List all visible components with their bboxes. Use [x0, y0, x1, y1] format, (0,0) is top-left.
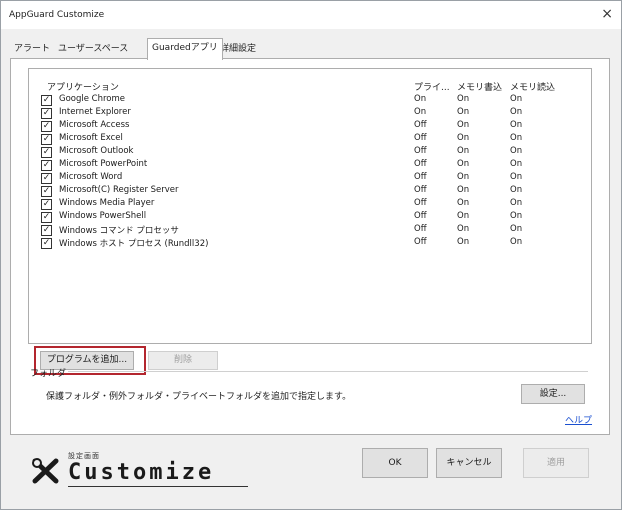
app-checkbox[interactable]: ✓	[41, 121, 52, 132]
private-status: Off	[414, 120, 427, 130]
app-name: Microsoft(C) Register Server	[59, 185, 179, 195]
ok-button[interactable]: OK	[362, 448, 428, 478]
list-item[interactable]: ✓ Windows PowerShell Off On On	[33, 211, 583, 224]
tools-icon	[32, 458, 59, 484]
private-status: Off	[414, 172, 427, 182]
list-item[interactable]: ✓ Windows コマンド プロセッサ Off On On	[33, 224, 583, 237]
app-checkbox[interactable]: ✓	[41, 160, 52, 171]
title-bar: AppGuard Customize ×	[1, 1, 621, 29]
app-checkbox[interactable]: ✓	[41, 108, 52, 119]
mem-write-status: On	[457, 211, 470, 221]
tab-strip: アラート ユーザースペース Guardedアプリ 詳細設定	[10, 38, 610, 60]
mem-write-status: On	[457, 133, 470, 143]
delete-button[interactable]: 削除	[148, 351, 218, 370]
mem-write-status: On	[457, 159, 470, 169]
app-name: Microsoft Word	[59, 172, 123, 182]
private-status: Off	[414, 133, 427, 143]
tab-alert[interactable]: アラート	[10, 40, 54, 58]
app-checkbox[interactable]: ✓	[41, 186, 52, 197]
app-name: Windows コマンド プロセッサ	[59, 226, 179, 236]
help-link[interactable]: ヘルプ	[565, 413, 592, 426]
cancel-button[interactable]: キャンセル	[436, 448, 502, 478]
mem-write-status: On	[457, 224, 470, 234]
tab-userspace[interactable]: ユーザースペース	[54, 40, 132, 58]
folder-description: 保護フォルダ・例外フォルダ・プライベートフォルダを追加で指定します。	[46, 392, 352, 402]
app-name: Internet Explorer	[59, 107, 131, 117]
mem-read-status: On	[510, 133, 523, 143]
list-item[interactable]: ✓ Internet Explorer On On On	[33, 107, 583, 120]
list-item[interactable]: ✓ Microsoft(C) Register Server Off On On	[33, 185, 583, 198]
app-checkbox[interactable]: ✓	[41, 147, 52, 158]
private-status: Off	[414, 146, 427, 156]
app-checkbox[interactable]: ✓	[41, 134, 52, 145]
column-header-private[interactable]: プライ...	[414, 80, 450, 93]
app-name: Microsoft Outlook	[59, 146, 134, 156]
list-item[interactable]: ✓ Microsoft Outlook Off On On	[33, 146, 583, 159]
folder-section-label: フォルダ	[30, 369, 67, 379]
app-name: Windows ホスト プロセス (Rundll32)	[59, 239, 209, 249]
column-header-application[interactable]: アプリケーション	[47, 80, 119, 93]
list-item[interactable]: ✓ Windows ホスト プロセス (Rundll32) Off On On	[33, 237, 583, 250]
list-item[interactable]: ✓ Windows Media Player Off On On	[33, 198, 583, 211]
list-item[interactable]: ✓ Google Chrome On On On	[33, 94, 583, 107]
mem-write-status: On	[457, 237, 470, 247]
private-status: Off	[414, 185, 427, 195]
private-status: Off	[414, 237, 427, 247]
folder-settings-button[interactable]: 設定...	[521, 384, 585, 404]
mem-read-status: On	[510, 237, 523, 247]
app-checkbox[interactable]: ✓	[41, 225, 52, 236]
mem-write-status: On	[457, 198, 470, 208]
mem-read-status: On	[510, 120, 523, 130]
app-checkbox[interactable]: ✓	[41, 95, 52, 106]
close-icon[interactable]: ×	[601, 6, 613, 22]
list-item[interactable]: ✓ Microsoft Excel Off On On	[33, 133, 583, 146]
mem-read-status: On	[510, 172, 523, 182]
private-status: On	[414, 94, 427, 104]
mem-read-status: On	[510, 185, 523, 195]
tab-guarded-apps[interactable]: Guardedアプリ	[147, 38, 223, 60]
mem-read-status: On	[510, 159, 523, 169]
app-checkbox[interactable]: ✓	[41, 173, 52, 184]
app-name: Microsoft Excel	[59, 133, 123, 143]
private-status: On	[414, 107, 427, 117]
app-checkbox[interactable]: ✓	[41, 199, 52, 210]
mem-write-status: On	[457, 146, 470, 156]
mem-write-status: On	[457, 185, 470, 195]
list-item[interactable]: ✓ Microsoft Word Off On On	[33, 172, 583, 185]
app-name: Microsoft PowerPoint	[59, 159, 148, 169]
mem-read-status: On	[510, 107, 523, 117]
app-name: Google Chrome	[59, 94, 126, 104]
mem-read-status: On	[510, 94, 523, 104]
mem-write-status: On	[457, 107, 470, 117]
customize-logo: 設定画面 Customize	[32, 450, 248, 490]
private-status: Off	[414, 198, 427, 208]
app-checkbox[interactable]: ✓	[41, 238, 52, 249]
logo-text: Customize	[68, 460, 215, 485]
mem-write-status: On	[457, 120, 470, 130]
mem-write-status: On	[457, 94, 470, 104]
app-name: Windows PowerShell	[59, 211, 147, 221]
column-header-mem-read[interactable]: メモリ読込	[510, 80, 555, 93]
mem-write-status: On	[457, 172, 470, 182]
list-item[interactable]: ✓ Microsoft Access Off On On	[33, 120, 583, 133]
list-item[interactable]: ✓ Microsoft PowerPoint Off On On	[33, 159, 583, 172]
private-status: Off	[414, 224, 427, 234]
window-title: AppGuard Customize	[9, 10, 105, 20]
private-status: Off	[414, 211, 427, 221]
app-name: Microsoft Access	[59, 120, 130, 130]
apply-button[interactable]: 適用	[523, 448, 589, 478]
private-status: Off	[414, 159, 427, 169]
column-header-mem-write[interactable]: メモリ書込	[457, 80, 502, 93]
mem-read-status: On	[510, 198, 523, 208]
app-name: Windows Media Player	[59, 198, 155, 208]
mem-read-status: On	[510, 146, 523, 156]
mem-read-status: On	[510, 211, 523, 221]
logo-underline	[68, 486, 248, 487]
app-checkbox[interactable]: ✓	[41, 212, 52, 223]
mem-read-status: On	[510, 224, 523, 234]
folder-divider	[68, 371, 588, 372]
